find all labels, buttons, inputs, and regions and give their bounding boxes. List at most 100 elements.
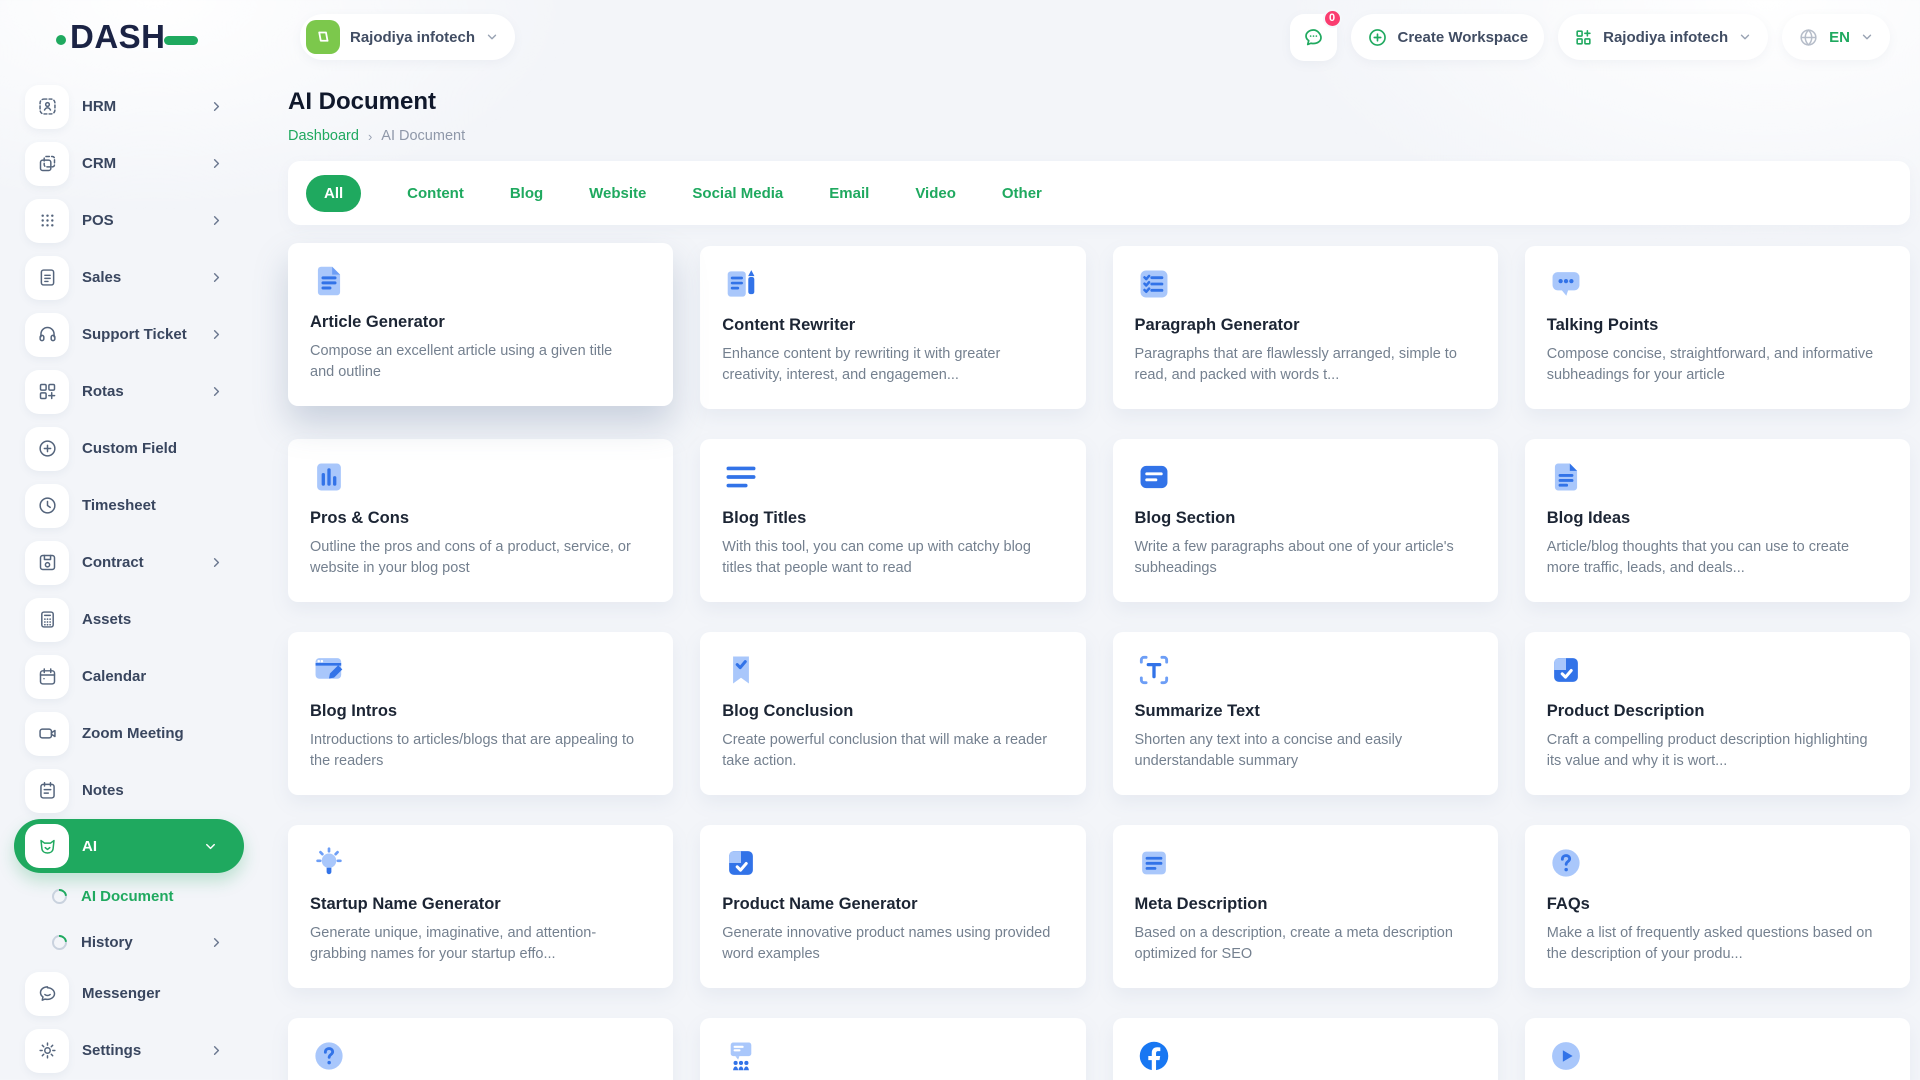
- card-partial[interactable]: [1112, 1018, 1498, 1080]
- facebook-icon: [1135, 1037, 1173, 1075]
- card-faqs[interactable]: FAQs Make a list of frequently asked que…: [1524, 825, 1910, 988]
- chevron-right-icon: [209, 213, 224, 228]
- sidebar-item-ai[interactable]: AI: [14, 819, 244, 873]
- card-talking-points[interactable]: Talking Points Compose concise, straight…: [1524, 246, 1910, 409]
- create-workspace-button[interactable]: Create Workspace: [1350, 14, 1545, 60]
- page-title: AI Document: [288, 88, 437, 115]
- card-summarize-text[interactable]: Summarize Text Shorten any text into a c…: [1112, 632, 1498, 795]
- sidebar-sub-item-history[interactable]: History: [14, 919, 250, 965]
- logo-dash-icon: [163, 35, 198, 45]
- sidebar-item-pos[interactable]: POS: [14, 192, 250, 249]
- custom-field-icon: [25, 426, 69, 471]
- sidebar-item-assets[interactable]: Assets: [14, 591, 250, 648]
- sales-icon: [25, 255, 69, 300]
- card-article-generator[interactable]: Article Generator Compose an excellent a…: [288, 243, 674, 406]
- sidebar-item-contract[interactable]: Contract: [14, 534, 250, 591]
- chevron-down-icon: [485, 30, 499, 44]
- contract-icon: [25, 540, 69, 585]
- card-content-rewriter[interactable]: Content Rewriter Enhance content by rewr…: [700, 246, 1086, 409]
- card-paragraph-generator[interactable]: Paragraph Generator Paragraphs that are …: [1112, 246, 1498, 409]
- card-blog-ideas[interactable]: Blog Ideas Article/blog thoughts that yo…: [1524, 439, 1910, 602]
- people-chat-icon: [722, 1037, 760, 1075]
- card-partial[interactable]: [700, 1018, 1086, 1080]
- breadcrumb-separator-icon: ›: [367, 128, 373, 144]
- timesheet-icon: [25, 483, 69, 528]
- card-product-description[interactable]: Product Description Craft a compelling p…: [1524, 632, 1910, 795]
- document-lines-icon: [1547, 458, 1585, 496]
- workspace-avatar-icon: [306, 20, 340, 54]
- window-pencil-icon: [310, 651, 348, 689]
- question-circle-icon: [1547, 844, 1585, 882]
- main-content: AI Document Dashboard › AI Document All C…: [250, 64, 1920, 1080]
- chat-bubble-icon: [1302, 26, 1325, 49]
- sidebar-item-calendar[interactable]: Calendar: [14, 648, 250, 705]
- box-check-icon: [1547, 651, 1585, 689]
- rotas-icon: [25, 369, 69, 414]
- sidebar-item-custom-field[interactable]: Custom Field: [14, 420, 250, 477]
- tab-blog[interactable]: Blog: [510, 185, 543, 202]
- template-card-grid: Article Generator Compose an excellent a…: [288, 243, 1910, 1080]
- notifications-button[interactable]: 0: [1289, 8, 1342, 61]
- language-selector[interactable]: EN: [1782, 14, 1890, 60]
- chevron-down-icon: [203, 839, 218, 854]
- lightbulb-icon: [310, 844, 348, 882]
- hrm-icon: [25, 84, 69, 129]
- sidebar-navigation: HRM CRM POS Sales Support Ticket Rotas C…: [0, 64, 250, 1080]
- card-pros-cons[interactable]: Pros & Cons Outline the pros and cons of…: [288, 439, 674, 602]
- workspace-grid-icon: [1574, 28, 1593, 47]
- sidebar-item-settings[interactable]: Settings: [14, 1022, 250, 1079]
- tab-content[interactable]: Content: [407, 185, 464, 202]
- sidebar-item-support-ticket[interactable]: Support Ticket: [14, 306, 250, 363]
- card-startup-name-generator[interactable]: Startup Name Generator Generate unique, …: [288, 825, 674, 988]
- notification-badge: 0: [1322, 8, 1342, 28]
- document-pencil-icon: [722, 265, 760, 303]
- sidebar-item-notes[interactable]: Notes: [14, 762, 250, 819]
- ai-icon: [25, 824, 69, 868]
- card-blog-intros[interactable]: Blog Intros Introductions to articles/bl…: [288, 632, 674, 795]
- sidebar-item-timesheet[interactable]: Timesheet: [14, 477, 250, 534]
- settings-icon: [25, 1028, 69, 1073]
- chevron-right-icon: [209, 327, 224, 342]
- chevron-right-icon: [209, 270, 224, 285]
- workspace-selector[interactable]: Rajodiya infotech: [300, 14, 516, 60]
- top-header: DASH Rajodiya infotech 0 Create Workspac…: [0, 0, 1920, 64]
- breadcrumb: Dashboard › AI Document: [288, 128, 1910, 144]
- tab-other[interactable]: Other: [1002, 185, 1042, 202]
- chevron-right-icon: [209, 555, 224, 570]
- tab-website[interactable]: Website: [589, 185, 646, 202]
- tab-all[interactable]: All: [306, 174, 362, 212]
- account-selector-label: Rajodiya infotech: [1603, 28, 1729, 46]
- play-circle-icon: [1547, 1037, 1585, 1075]
- card-blog-conclusion[interactable]: Blog Conclusion Create powerful conclusi…: [700, 632, 1086, 795]
- sidebar-item-messenger[interactable]: Messenger: [14, 965, 250, 1022]
- support-ticket-icon: [25, 312, 69, 357]
- dash-logo: DASH: [56, 18, 198, 56]
- chevron-right-icon: [209, 156, 224, 171]
- card-partial[interactable]: [1524, 1018, 1910, 1080]
- sidebar-item-hrm[interactable]: HRM: [14, 78, 250, 135]
- tab-email[interactable]: Email: [829, 185, 869, 202]
- sidebar-sub-item-ai-document[interactable]: AI Document: [14, 873, 250, 919]
- zoom-meeting-icon: [25, 711, 69, 756]
- card-product-name-generator[interactable]: Product Name Generator Generate innovati…: [700, 825, 1086, 988]
- tab-video[interactable]: Video: [915, 185, 956, 202]
- sidebar-item-zoom-meeting[interactable]: Zoom Meeting: [14, 705, 250, 762]
- sidebar-item-rotas[interactable]: Rotas: [14, 363, 250, 420]
- document-seo-icon: [1135, 844, 1173, 882]
- chevron-right-icon: [209, 384, 224, 399]
- tab-social-media[interactable]: Social Media: [692, 185, 783, 202]
- document-bars-icon: [310, 458, 348, 496]
- card-partial[interactable]: [288, 1018, 674, 1080]
- progress-ring-icon: [48, 931, 71, 953]
- sidebar-item-sales[interactable]: Sales: [14, 249, 250, 306]
- pos-icon: [25, 198, 69, 243]
- breadcrumb-dashboard-link[interactable]: Dashboard: [288, 128, 359, 144]
- checklist-icon: [1135, 265, 1173, 303]
- card-blog-titles[interactable]: Blog Titles With this tool, you can come…: [700, 439, 1086, 602]
- messenger-icon: [25, 971, 69, 1016]
- account-selector[interactable]: Rajodiya infotech: [1558, 14, 1769, 60]
- card-blog-section[interactable]: Blog Section Write a few paragraphs abou…: [1112, 439, 1498, 602]
- language-selector-label: EN: [1829, 28, 1850, 46]
- card-meta-description[interactable]: Meta Description Based on a description,…: [1112, 825, 1498, 988]
- sidebar-item-crm[interactable]: CRM: [14, 135, 250, 192]
